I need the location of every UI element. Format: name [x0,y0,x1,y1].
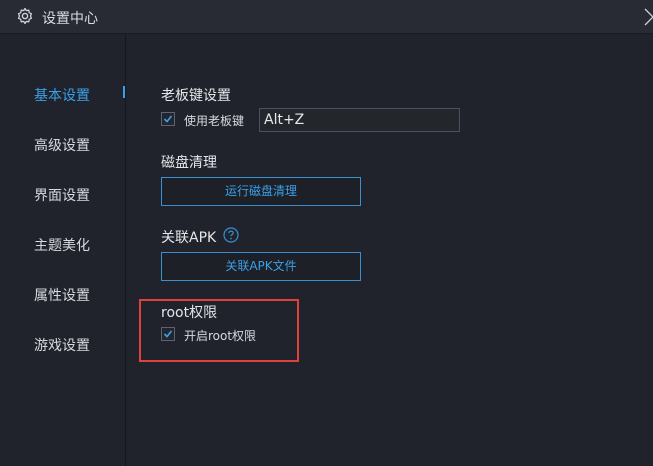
sidebar-item-interface[interactable]: 界面设置 [34,185,90,205]
sidebar-item-game[interactable]: 游戏设置 [34,335,90,355]
window-title: 设置中心 [42,11,98,27]
root-permission-checkbox-label: 开启root权限 [184,329,257,343]
sidebar-item-advanced[interactable]: 高级设置 [34,135,90,155]
apk-association-title: 关联APK [161,230,217,246]
sidebar-item-properties[interactable]: 属性设置 [34,285,90,305]
disk-cleanup-title: 磁盘清理 [161,155,217,171]
boss-key-title: 老板键设置 [161,88,231,104]
sidebar-divider [125,34,126,466]
gear-icon [16,7,34,25]
boss-key-checkbox-label: 使用老板键 [184,114,245,128]
question-circle-icon[interactable] [223,227,239,243]
sidebar-item-basic[interactable]: 基本设置 [34,85,90,105]
root-permission-title: root权限 [161,305,218,321]
root-permission-checkbox[interactable] [161,327,175,341]
sidebar-item-theme[interactable]: 主题美化 [34,235,90,255]
run-disk-cleanup-button[interactable]: 运行磁盘清理 [161,177,361,206]
boss-key-checkbox[interactable] [161,112,175,126]
boss-key-shortcut-input[interactable] [259,108,460,132]
close-icon[interactable] [639,6,653,26]
active-tab-marker [123,86,125,98]
title-bar: 设置中心 [0,0,653,34]
associate-apk-button[interactable]: 关联APK文件 [161,252,361,281]
